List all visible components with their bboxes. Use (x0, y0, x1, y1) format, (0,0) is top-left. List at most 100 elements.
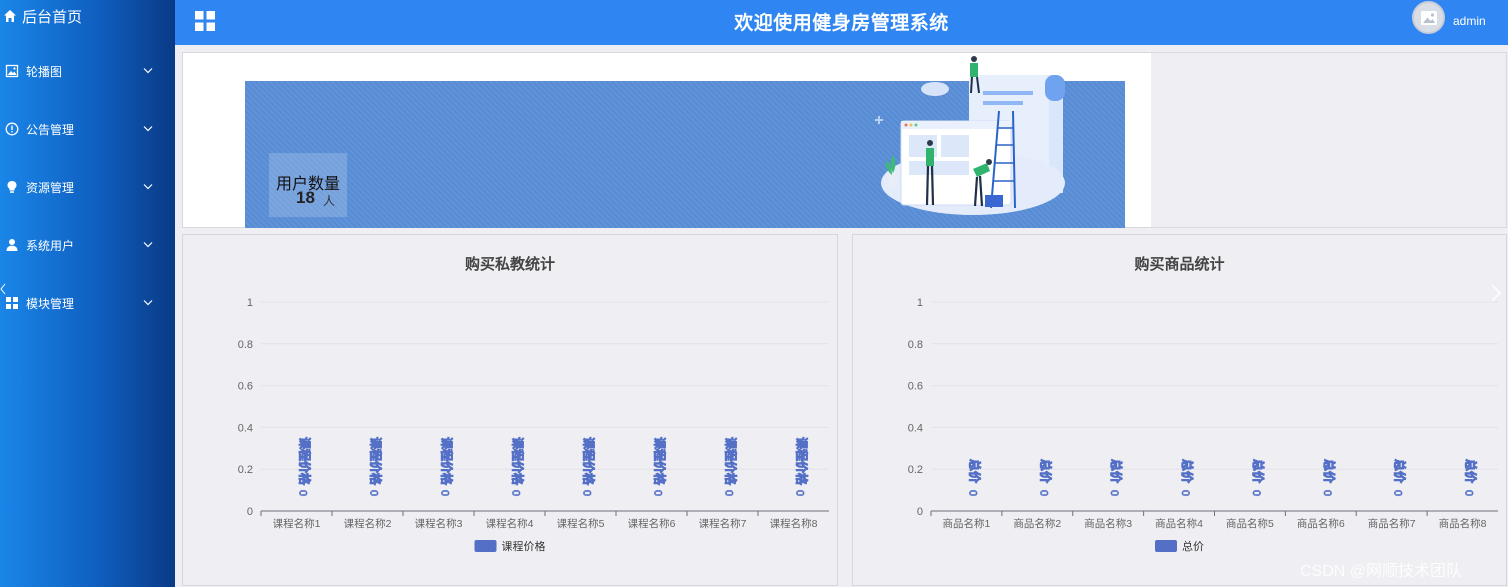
chevron-down-icon (143, 182, 153, 192)
bar-label-series: 总价 (1464, 459, 1479, 484)
bar-data-label: 0 (439, 490, 451, 496)
bar-label-series: 课程价格 (724, 437, 739, 486)
y-tick-label: 0 (917, 506, 923, 518)
x-tick-label: 商品名称8 (1439, 517, 1487, 530)
y-tick-label: 0 (247, 506, 253, 518)
bar-data-label: 0 (723, 490, 735, 496)
sidebar-item-label: 模块管理 (26, 296, 75, 311)
bar-label-series: 课程价格 (795, 437, 810, 486)
chevron-down-icon (143, 124, 153, 134)
grid-icon (4, 295, 20, 311)
chart-panel-products: 购买商品统计 0 0.2 0.4 0.6 0.8 1 商品名称1 总价 0 商品名称2 总价 0 商品名… (852, 234, 1507, 586)
legend-swatch[interactable] (1155, 540, 1177, 552)
legend-swatch[interactable] (474, 540, 497, 552)
bar-data-label: 0 (652, 490, 664, 496)
chevron-down-icon (143, 298, 153, 308)
sidebar: 后台首页 轮播图 公告管理 资源管理 系统用户 模块管理 (0, 0, 175, 587)
username[interactable]: admin (1453, 14, 1486, 28)
x-tick-label: 商品名称3 (1084, 517, 1132, 530)
user-icon (4, 237, 20, 253)
chart-products: 0 0.2 0.4 0.6 0.8 1 商品名称1 总价 0 商品名称2 总价 0 商品名称3 总价 0 商品… (908, 297, 1498, 553)
bar-label-series: 课程价格 (440, 437, 455, 486)
home-icon (2, 8, 18, 24)
next-arrow-icon[interactable] (1490, 283, 1502, 303)
bar-label-series: 总价 (1180, 459, 1195, 484)
stat-unit: 人 (323, 194, 336, 208)
y-tick-label: 0.4 (908, 422, 923, 434)
bar-data-label: 0 (966, 490, 978, 496)
watermark: CSDN @网顺技术团队 (1300, 563, 1463, 580)
bar-data-label: 0 (297, 490, 309, 496)
y-tick-label: 1 (917, 297, 923, 309)
bar-label-series: 总价 (1109, 459, 1124, 484)
x-tick-label: 商品名称2 (1013, 517, 1061, 530)
bar-label-series: 总价 (1038, 459, 1053, 484)
x-tick-label: 商品名称6 (1297, 517, 1345, 530)
legend-label[interactable]: 总价 (1182, 539, 1204, 553)
y-tick-label: 0.4 (238, 422, 253, 434)
sidebar-item-label: 资源管理 (26, 180, 75, 195)
info-icon (4, 121, 20, 137)
bar-data-label: 0 (1321, 490, 1333, 496)
y-tick-label: 0.6 (908, 381, 923, 393)
bar-label-series: 课程价格 (653, 437, 668, 486)
bar-label-series: 课程价格 (369, 437, 384, 486)
x-tick-label: 商品名称1 (943, 517, 991, 530)
bar-data-label: 0 (1108, 490, 1120, 496)
chevron-down-icon (143, 240, 153, 250)
bar-label-series: 总价 (1393, 459, 1408, 484)
legend-label[interactable]: 课程价格 (502, 539, 546, 553)
x-tick-label: 商品名称7 (1368, 517, 1416, 530)
y-tick-label: 0.2 (238, 464, 253, 476)
bar-label-series: 课程价格 (511, 437, 526, 486)
bar-label-series: 总价 (967, 459, 982, 484)
bar-data-label: 0 (1037, 490, 1049, 496)
image-icon (4, 63, 20, 79)
bar-data-label: 0 (581, 490, 593, 496)
bulb-icon (4, 179, 20, 195)
sidebar-item-system-users[interactable]: 系统用户 (0, 216, 175, 274)
sidebar-item-label: 轮播图 (26, 64, 63, 79)
chart-courses: 0 0.2 0.4 0.6 0.8 1 课程名称1 课程价格 0 课程名称2 课程价格 0 课程名称3 课… (238, 297, 829, 553)
sidebar-item-resources[interactable]: 资源管理 (0, 158, 175, 216)
stat-value: 18 (296, 188, 315, 207)
user-count-card: 用户数量 18 人 (269, 153, 347, 217)
chevron-down-icon (143, 66, 153, 76)
x-tick-label: 课程名称4 (486, 517, 534, 530)
y-tick-label: 1 (247, 297, 253, 309)
x-tick-label: 课程名称5 (557, 517, 605, 530)
bar-label-series: 课程价格 (298, 437, 313, 486)
x-tick-label: 课程名称2 (344, 517, 392, 530)
prev-arrow-icon[interactable] (0, 282, 6, 295)
avatar[interactable] (1412, 1, 1445, 34)
sidebar-item-notice[interactable]: 公告管理 (0, 100, 175, 158)
y-tick-label: 0.6 (238, 381, 253, 393)
x-tick-label: 课程名称3 (415, 517, 463, 530)
bar-label-series: 总价 (1251, 459, 1266, 484)
bar-data-label: 0 (1179, 490, 1191, 496)
x-tick-label: 课程名称7 (699, 517, 747, 530)
illustration-image (875, 56, 1065, 215)
sidebar-item-carousel[interactable]: 轮播图 (0, 42, 175, 100)
banner-background: 用户数量 18 人 (183, 53, 1151, 228)
sidebar-home[interactable]: 后台首页 (0, 0, 175, 32)
sidebar-item-label: 公告管理 (26, 122, 75, 137)
y-tick-label: 0.2 (908, 464, 923, 476)
sidebar-item-label: 系统用户 (26, 238, 75, 253)
chart-panel-courses: 购买私教统计 0 0.2 0.4 0.6 0.8 1 课程名称1 课程价格 0 课程名称2 课程价格… (182, 234, 838, 586)
page-title: 欢迎使用健身房管理系统 (734, 13, 949, 34)
sidebar-item-modules[interactable]: 模块管理 (0, 274, 175, 332)
banner-panel: 用户数量 18 人 (182, 52, 1507, 228)
sidebar-home-label: 后台首页 (22, 8, 83, 26)
x-tick-label: 商品名称4 (1155, 517, 1203, 530)
y-tick-label: 0.8 (908, 339, 923, 351)
bar-data-label: 0 (1463, 490, 1475, 496)
bar-data-label: 0 (1250, 490, 1262, 496)
bar-data-label: 0 (368, 490, 380, 496)
image-placeholder-icon (1420, 10, 1437, 25)
x-tick-label: 课程名称1 (273, 517, 321, 530)
bar-label-series: 课程价格 (582, 437, 597, 486)
bar-data-label: 0 (510, 490, 522, 496)
bar-data-label: 0 (794, 490, 806, 496)
bar-label-series: 总价 (1322, 459, 1337, 484)
